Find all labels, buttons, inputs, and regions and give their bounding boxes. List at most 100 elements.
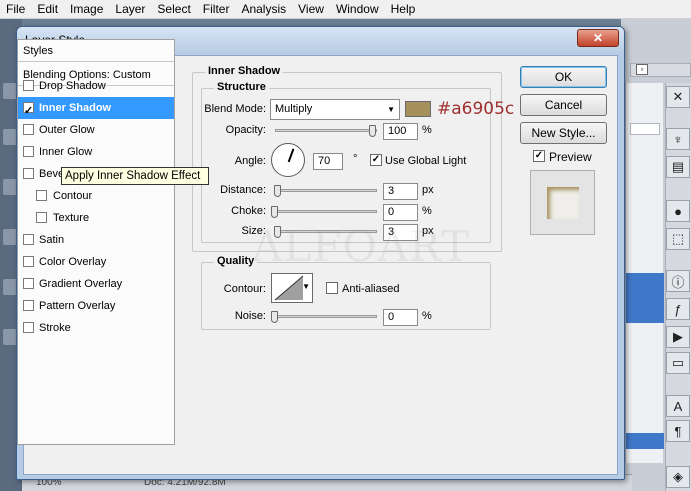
style-checkbox[interactable]: ✓ [23,102,34,117]
menu-select[interactable]: Select [151,0,196,19]
choke-input[interactable]: 0 [383,204,418,221]
style-checkbox[interactable] [23,146,34,157]
character-icon[interactable]: A [666,395,690,417]
restore-icon[interactable]: ▫ [636,64,648,75]
distance-slider-track[interactable] [275,189,377,192]
style-item-label: Pattern Overlay [39,300,116,312]
selected-layer-row-2[interactable] [626,433,664,449]
style-checkbox[interactable] [36,212,47,223]
style-item-satin[interactable]: Satin [18,229,174,251]
ok-button[interactable]: OK [520,66,607,88]
menu-analysis[interactable]: Analysis [235,0,292,19]
contour-dropdown-icon[interactable]: ▼ [302,282,310,291]
chevron-down-icon: ▼ [387,105,395,114]
contour-label: Contour: [223,283,266,295]
style-checkbox[interactable] [23,124,34,135]
angle-label: Angle: [234,155,266,167]
choke-label: Choke: [231,205,266,217]
opacity-slider-thumb[interactable] [369,125,376,137]
style-checkbox[interactable] [23,80,34,91]
fx-icon[interactable]: ƒ [666,298,690,320]
noise-slider-thumb[interactable] [271,311,278,323]
style-checkbox[interactable] [23,256,34,267]
contour-curve-icon [274,275,304,301]
cancel-button[interactable]: Cancel [520,94,607,116]
blend-mode-select[interactable]: Multiply ▼ [270,99,400,120]
angle-dial[interactable] [271,143,305,177]
anti-aliased-checkbox[interactable] [326,282,338,294]
noise-label: Noise: [234,310,266,322]
angle-input[interactable]: 70 [313,153,343,170]
style-preview-thumbnail [530,170,595,235]
noise-slider-track[interactable] [275,315,377,318]
menu-layer[interactable]: Layer [109,0,151,19]
preview-checkbox[interactable]: ✓ [533,150,545,162]
inner-shadow-title: Inner Shadow [205,65,284,77]
structure-title: Structure [214,81,269,93]
style-item-contour[interactable]: Contour [18,185,174,207]
layers-icon[interactable]: ▭ [666,352,690,374]
distance-input[interactable]: 3 [383,183,418,200]
transform-icon[interactable]: ⬚ [666,228,690,250]
distance-unit: px [422,184,434,196]
distance-slider-thumb[interactable] [274,185,281,197]
layers-panel-strip [625,83,664,463]
global-light-checkbox[interactable]: ✓ [370,154,382,166]
choke-slider-track[interactable] [275,210,377,213]
style-item-inner-glow[interactable]: Inner Glow [18,141,174,163]
menu-help[interactable]: Help [385,0,422,19]
styles-header[interactable]: Styles [18,40,174,62]
new-style-button[interactable]: New Style... [520,122,607,144]
menu-view[interactable]: View [292,0,330,19]
menu-window[interactable]: Window [330,0,385,19]
distance-label: Distance: [220,184,266,196]
close-icon[interactable]: ✕ [577,29,619,47]
info-icon[interactable]: ⓘ [666,270,690,292]
preview-swatch [547,187,579,219]
info-panel-icon[interactable]: ▤ [666,156,690,178]
opacity-label: Opacity: [225,124,266,136]
style-item-label: Stroke [39,322,71,334]
play-icon[interactable]: ▶ [666,326,690,348]
style-checkbox[interactable] [23,322,34,333]
blend-mode-label: Blend Mode: [204,103,266,115]
color-icon[interactable]: ● [666,200,690,222]
style-item-pattern-overlay[interactable]: Pattern Overlay [18,295,174,317]
menu-filter[interactable]: Filter [197,0,236,19]
style-item-drop-shadow[interactable]: Drop Shadow [18,75,174,97]
style-item-gradient-overlay[interactable]: Gradient Overlay [18,273,174,295]
watermark: ALFOART [252,222,471,271]
menu-edit[interactable]: Edit [31,0,64,19]
style-item-inner-shadow[interactable]: ✓ Inner Shadow [18,97,174,119]
opacity-slider-track[interactable] [275,129,377,132]
style-item-outer-glow[interactable]: Outer Glow [18,119,174,141]
opacity-input[interactable]: 100 [383,123,418,140]
brush-presets-icon[interactable]: ♆ [666,128,690,150]
style-item-texture[interactable]: Texture [18,207,174,229]
noise-input[interactable]: 0 [383,309,418,326]
style-checkbox[interactable] [23,278,34,289]
shadow-color-hex: #a6905c [437,99,515,119]
menu-image[interactable]: Image [64,0,109,19]
style-item-label: Inner Glow [39,146,93,158]
menu-file[interactable]: File [0,0,31,19]
contour-picker[interactable]: ▼ [271,273,313,303]
style-item-stroke[interactable]: Stroke [18,317,174,339]
angle-needle [287,148,295,163]
choke-slider-thumb[interactable] [271,206,278,218]
selected-layer-row[interactable] [626,273,664,323]
stack-icon[interactable]: ◈ [666,466,690,488]
style-checkbox[interactable] [36,190,47,201]
style-item-label: Contour [53,190,93,202]
style-checkbox[interactable] [23,168,34,179]
global-light-label: Use Global Light [385,155,467,167]
style-checkbox[interactable] [23,300,34,311]
style-checkbox[interactable] [23,234,34,245]
quality-title: Quality [214,255,258,267]
paragraph-icon[interactable]: ¶ [666,420,690,442]
style-item-color-overlay[interactable]: Color Overlay [18,251,174,273]
shadow-color-swatch[interactable] [405,101,431,117]
tools-icon[interactable]: ✕ [666,86,690,108]
style-item-label: Outer Glow [39,124,95,136]
styles-list: Styles Blending Options: Custom Drop Sha… [17,39,175,445]
